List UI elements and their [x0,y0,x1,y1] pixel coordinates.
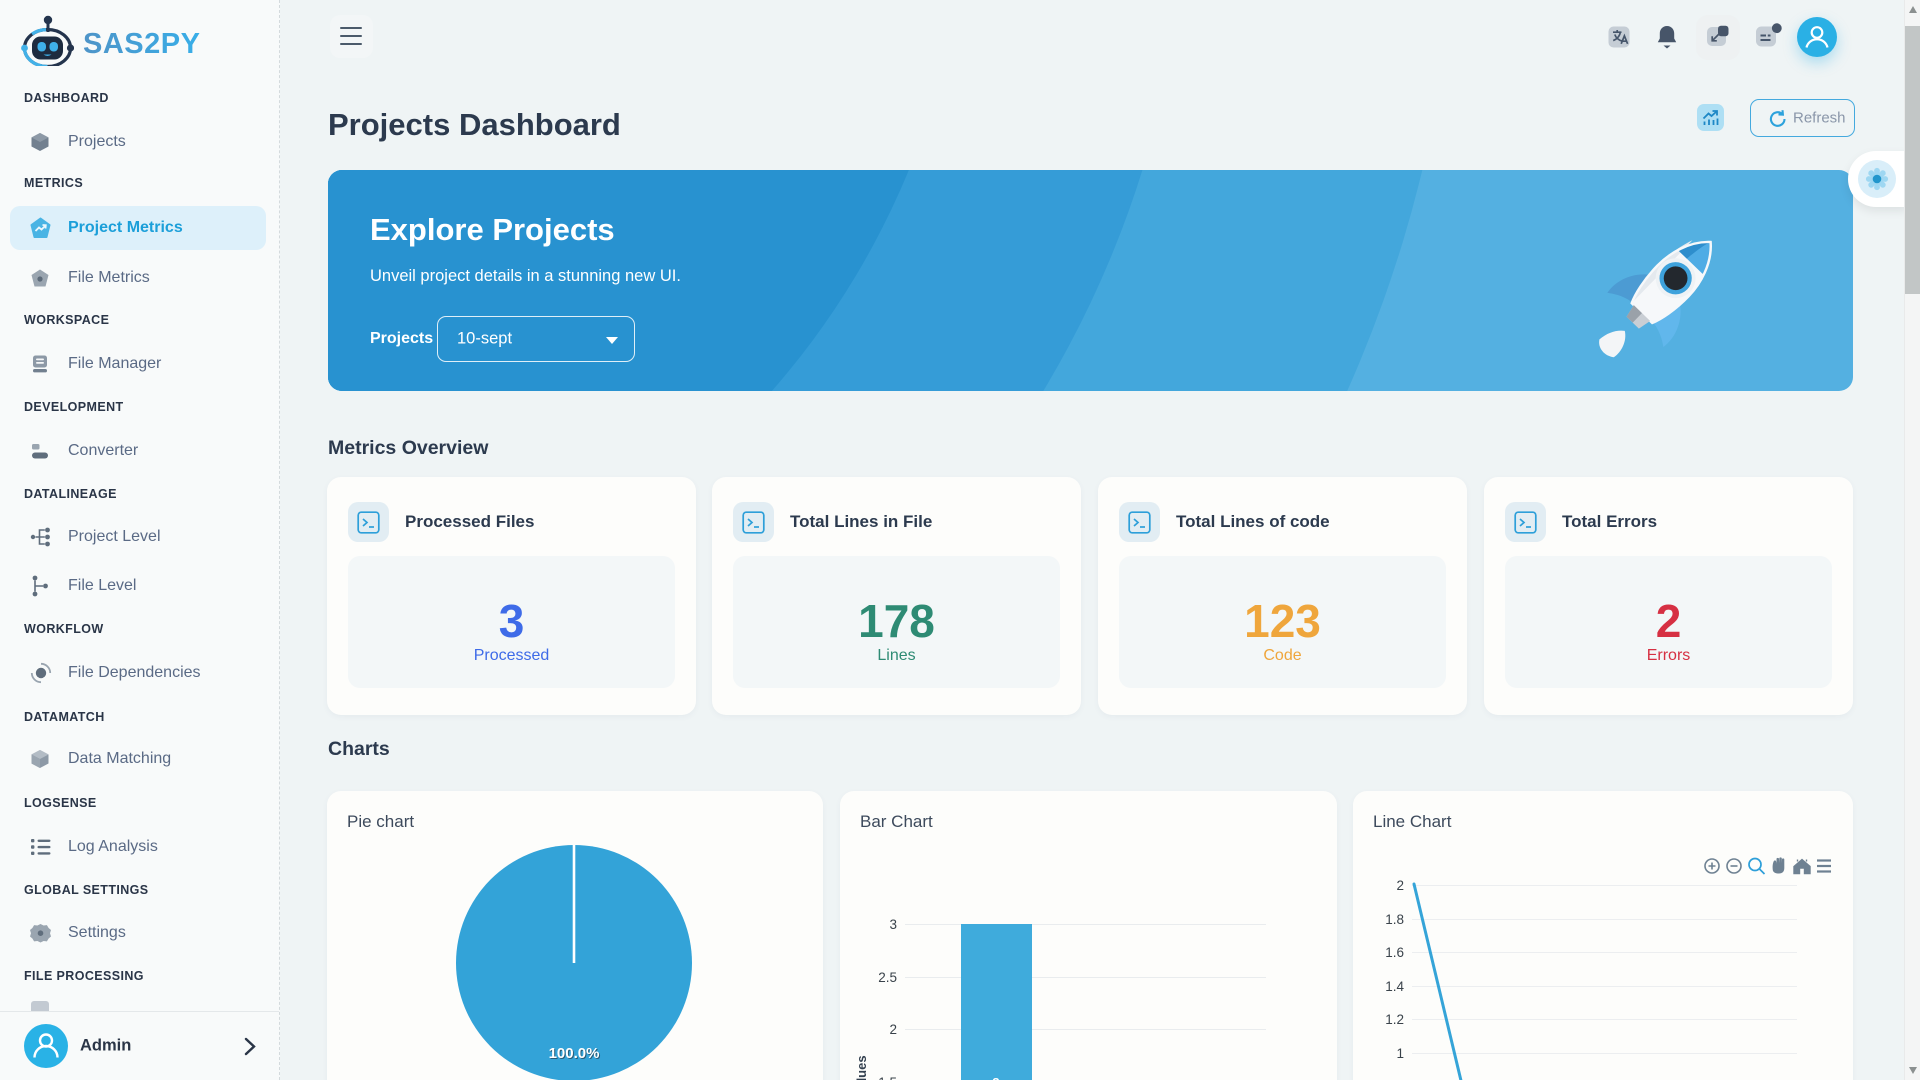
svg-text:1.2: 1.2 [1385,1012,1404,1027]
svg-text:Values: Values [854,1055,869,1080]
svg-text:1.5: 1.5 [878,1075,897,1080]
svg-text:100.0%: 100.0% [549,1045,600,1062]
svg-text:2.5: 2.5 [878,970,897,985]
svg-text:3: 3 [889,917,897,932]
svg-text:2: 2 [889,1022,897,1037]
svg-text:1: 1 [1396,1046,1404,1061]
svg-text:1.6: 1.6 [1385,945,1404,960]
svg-text:2: 2 [1396,878,1404,893]
svg-text:1.4: 1.4 [1385,979,1404,994]
svg-text:3: 3 [992,1075,999,1080]
svg-text:1.8: 1.8 [1385,912,1404,927]
